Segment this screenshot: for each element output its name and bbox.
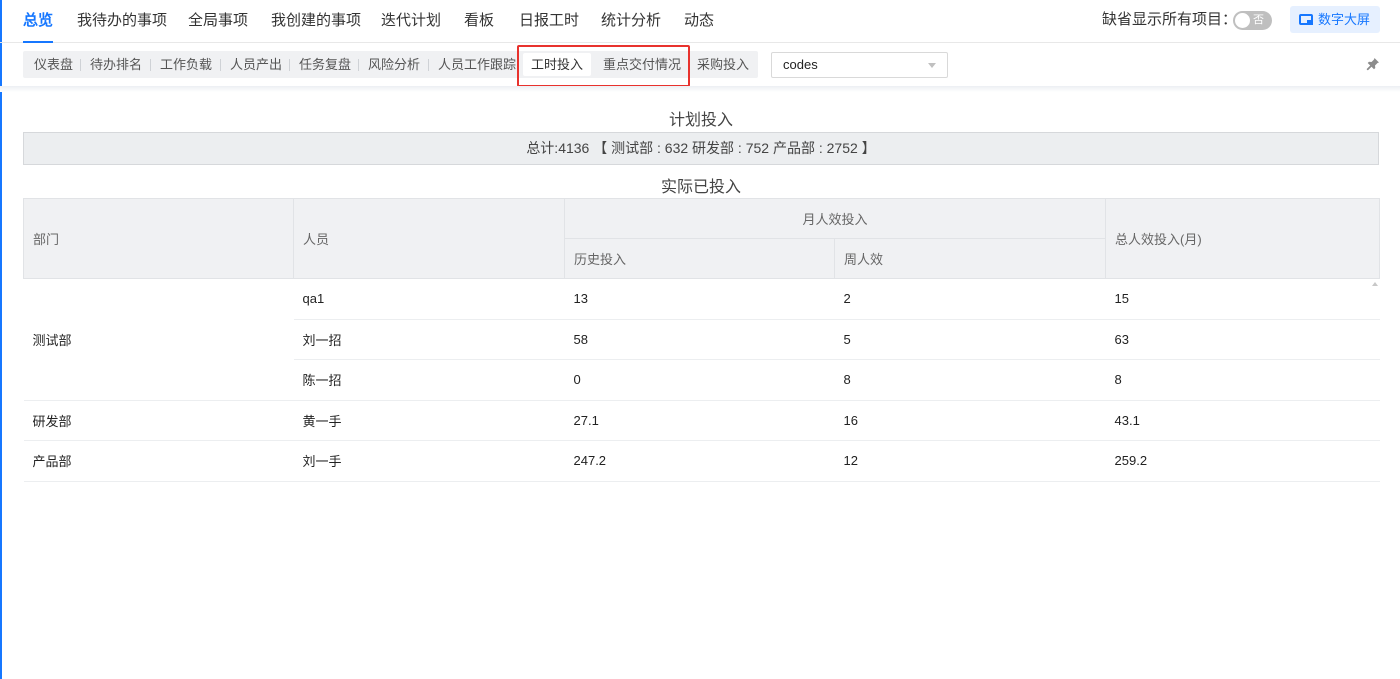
- subtab-risk-analysis[interactable]: 风险分析: [368, 51, 420, 78]
- plan-total-bar: 总计:4136 【 测试部 : 632 研发部 : 752 产品部 : 2752…: [23, 132, 1379, 165]
- total-cell: 8: [1105, 359, 1380, 401]
- toolbar-shadow: [0, 86, 1400, 92]
- subtab-divider: [150, 59, 151, 71]
- total-cell: 15: [1105, 278, 1380, 320]
- tab-global-items[interactable]: 全局事项: [188, 0, 248, 43]
- subtab-divider: [289, 59, 290, 71]
- header-person: 人员: [293, 198, 565, 279]
- subtab-divider: [220, 59, 221, 71]
- history-cell: 27.1: [564, 400, 835, 441]
- tab-board[interactable]: 看板: [464, 0, 494, 43]
- pin-icon[interactable]: [1366, 57, 1380, 71]
- project-select[interactable]: codes: [771, 52, 948, 78]
- window-left-edge: [0, 0, 2, 679]
- toggle-text: 否: [1253, 14, 1264, 26]
- subtab-dashboard[interactable]: 仪表盘: [34, 51, 73, 78]
- history-cell: 58: [564, 319, 835, 360]
- table-row: 产品部 刘一手 247.2 12 259.2: [23, 440, 1380, 482]
- big-screen-button[interactable]: 数字大屏: [1290, 6, 1380, 33]
- dept-cell: 产品部: [23, 440, 294, 482]
- tab-daily-hours[interactable]: 日报工时: [519, 0, 579, 43]
- subtab-procurement[interactable]: 采购投入: [697, 51, 749, 78]
- person-cell: qa1: [293, 278, 565, 320]
- history-cell: 247.2: [564, 440, 835, 482]
- total-cell: 63: [1105, 319, 1380, 360]
- weekly-cell: 12: [834, 440, 1106, 482]
- subtab-todo-ranking[interactable]: 待办排名: [90, 51, 142, 78]
- weekly-cell: 5: [834, 319, 1106, 360]
- toggle-knob: [1235, 13, 1250, 28]
- tab-my-todo[interactable]: 我待办的事项: [77, 0, 167, 43]
- subtab-workload[interactable]: 工作负载: [160, 51, 212, 78]
- subtab-member-tracking[interactable]: 人员工作跟踪: [438, 51, 516, 78]
- big-screen-label: 数字大屏: [1318, 12, 1371, 27]
- scroll-up-icon[interactable]: [1372, 282, 1378, 286]
- tab-activity[interactable]: 动态: [684, 0, 714, 43]
- weekly-cell: 16: [834, 400, 1106, 441]
- highlight-annotation: [517, 45, 690, 87]
- header-monthly: 月人效投入: [563, 198, 1107, 239]
- person-cell: 陈一招: [293, 359, 565, 401]
- subtab-member-output[interactable]: 人员产出: [230, 51, 282, 78]
- dept-cell: 测试部: [23, 278, 294, 401]
- tab-overview[interactable]: 总览: [23, 0, 54, 43]
- actual-investment-table: 部门 人员 月人效投入 总人效投入(月) 历史投入 周人效 测试部 qa1 13…: [23, 198, 1381, 482]
- header-dept: 部门: [23, 198, 294, 279]
- table-row: 测试部 qa1 13 2 15: [23, 278, 1380, 401]
- actual-title: 实际已投入: [660, 179, 741, 196]
- chevron-down-icon: [928, 63, 936, 68]
- tab-iteration-plan[interactable]: 迭代计划: [381, 0, 441, 43]
- header-weekly: 周人效: [833, 238, 1107, 279]
- history-cell: 0: [564, 359, 835, 401]
- show-all-projects-toggle[interactable]: 否: [1233, 11, 1272, 30]
- header-history: 历史投入: [564, 238, 835, 279]
- person-cell: 刘一招: [293, 319, 565, 360]
- table-row: 研发部 黄一手 27.1 16 43.1: [23, 400, 1380, 441]
- total-cell: 43.1: [1105, 400, 1380, 441]
- tab-my-created[interactable]: 我创建的事项: [271, 0, 361, 43]
- weekly-cell: 2: [834, 278, 1106, 320]
- subtab-divider: [428, 59, 429, 71]
- subtab-task-review[interactable]: 任务复盘: [299, 51, 351, 78]
- total-cell: 259.2: [1105, 440, 1380, 482]
- screen-icon: [1299, 14, 1313, 25]
- header-total: 总人效投入(月): [1105, 198, 1381, 279]
- person-cell: 黄一手: [293, 400, 565, 441]
- top-navigation: 总览 我待办的事项 全局事项 我创建的事项 迭代计划 看板 日报工时 统计分析 …: [0, 0, 1400, 43]
- weekly-cell: 8: [834, 359, 1106, 401]
- tab-statistics[interactable]: 统计分析: [601, 0, 661, 43]
- subtab-divider: [80, 59, 81, 71]
- subtab-divider: [358, 59, 359, 71]
- plan-title: 计划投入: [668, 112, 733, 129]
- dept-cell: 研发部: [23, 400, 294, 441]
- default-show-all-label: 缺省显示所有项目：: [1102, 11, 1238, 28]
- person-cell: 刘一手: [293, 440, 565, 482]
- history-cell: 13: [564, 278, 835, 320]
- project-select-value: codes: [783, 57, 818, 72]
